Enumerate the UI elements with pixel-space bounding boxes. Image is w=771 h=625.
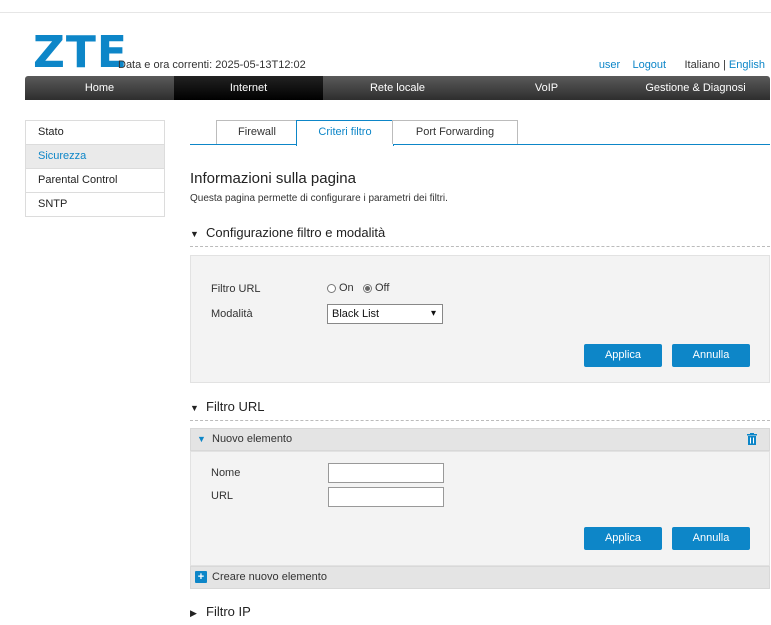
sidebar-item-sntp[interactable]: SNTP [25, 193, 165, 217]
create-new-item-label: Creare nuovo elemento [212, 571, 327, 583]
radio-on[interactable]: On [327, 282, 354, 294]
plus-icon[interactable]: + [195, 571, 207, 583]
radio-on-label: On [339, 282, 354, 294]
config-section-title: Configurazione filtro e modalità [206, 225, 386, 240]
url-filter-section-title: Filtro URL [206, 399, 265, 414]
create-new-item-bar[interactable]: + Creare nuovo elemento [190, 566, 770, 589]
url-input[interactable] [328, 487, 444, 507]
tab-port-forwarding[interactable]: Port Forwarding [392, 120, 518, 144]
top-divider [0, 12, 771, 13]
user-link[interactable]: user [599, 59, 620, 71]
nav-voip[interactable]: VoIP [472, 76, 621, 100]
nav-home[interactable]: Home [25, 76, 174, 100]
mode-label: Modalità [211, 308, 253, 320]
url-filter-label: Filtro URL [211, 283, 261, 295]
config-cancel-button[interactable]: Annulla [672, 344, 750, 367]
new-item-header[interactable]: ▼ Nuovo elemento [190, 428, 770, 451]
config-section-header[interactable]: ▼ Configurazione filtro e modalità [190, 225, 770, 247]
lang-separator: | [723, 59, 726, 71]
sidebar-item-sicurezza[interactable]: Sicurezza [25, 145, 165, 169]
name-input[interactable] [328, 463, 444, 483]
ip-filter-section-title: Filtro IP [206, 604, 251, 619]
url-label: URL [211, 490, 234, 502]
nav-rete-locale[interactable]: Rete locale [323, 76, 472, 100]
url-filter-section-header[interactable]: ▼ Filtro URL [190, 399, 770, 421]
zte-logo: ZTE [33, 27, 128, 78]
config-apply-button[interactable]: Applica [584, 344, 662, 367]
collapsed-arrow-icon: ▶ [190, 608, 197, 618]
chevron-down-icon: ▾ [430, 308, 436, 319]
nav-gestione-diagnosi[interactable]: Gestione & Diagnosi [621, 76, 770, 100]
mode-select-value: Black List [332, 308, 380, 320]
sidebar-item-parental-control[interactable]: Parental Control [25, 169, 165, 193]
logout-link[interactable]: Logout [632, 59, 666, 71]
tab-criteri-filtro[interactable]: Criteri filtro [296, 120, 394, 146]
main-nav: Home Internet Rete locale VoIP Gestione … [25, 76, 770, 100]
ip-filter-section-header[interactable]: ▶ Filtro IP [190, 604, 770, 625]
lang-italian[interactable]: Italiano [684, 59, 719, 71]
item-cancel-button[interactable]: Annulla [672, 527, 750, 550]
radio-off-circle[interactable] [363, 283, 372, 293]
nav-internet[interactable]: Internet [174, 76, 323, 100]
radio-on-circle[interactable] [327, 283, 336, 293]
config-panel: Filtro URL On Off Modalità Black List ▾ … [190, 255, 770, 383]
name-label: Nome [211, 467, 241, 479]
new-item-panel: Nome URL Applica Annulla [190, 451, 770, 566]
sidebar-item-stato[interactable]: Stato [25, 120, 165, 145]
lang-english[interactable]: English [729, 59, 765, 71]
mode-select[interactable]: Black List ▾ [327, 304, 443, 324]
expanded-arrow-icon: ▼ [190, 403, 199, 413]
radio-off[interactable]: Off [363, 282, 389, 294]
expanded-arrow-icon: ▼ [190, 229, 199, 239]
tab-bar: Firewall Criteri filtro Port Forwarding [190, 120, 770, 146]
top-links: user Logout Italiano | English [599, 59, 765, 71]
tab-firewall[interactable]: Firewall [216, 120, 298, 144]
new-item-label: Nuovo elemento [212, 433, 293, 445]
page-title: Informazioni sulla pagina [190, 170, 356, 187]
current-datetime: Data e ora correnti: 2025-05-13T12:02 [118, 59, 306, 71]
page-description: Questa pagina permette di configurare i … [190, 193, 448, 204]
trash-icon[interactable] [747, 433, 757, 445]
sidebar: Stato Sicurezza Parental Control SNTP [25, 120, 165, 217]
item-apply-button[interactable]: Applica [584, 527, 662, 550]
radio-off-label: Off [375, 282, 390, 294]
expand-triangle-icon: ▼ [197, 434, 206, 444]
